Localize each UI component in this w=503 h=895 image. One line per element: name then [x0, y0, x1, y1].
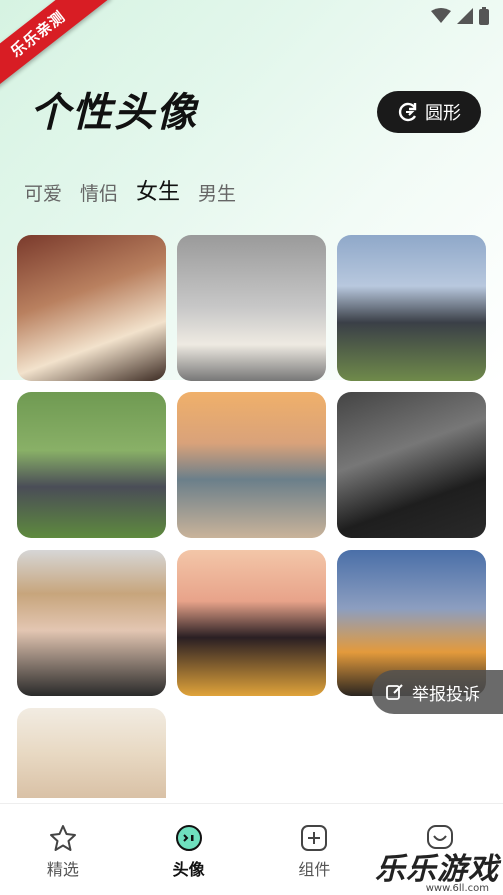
nav-label-widgets: 组件 [298, 860, 331, 879]
nav-label-featured: 精选 [46, 860, 79, 879]
signal-icon [457, 8, 473, 24]
nav-label-avatar: 头像 [172, 860, 205, 879]
tab-couple[interactable]: 情侣 [80, 179, 118, 206]
nav-item-avatar[interactable]: 头像 [126, 804, 252, 895]
watermark-logo: 乐乐游戏 [375, 852, 499, 887]
plus-square-icon [301, 825, 328, 851]
avatar-face-icon [175, 825, 202, 851]
avatar-tile[interactable] [17, 392, 166, 538]
nav-item-featured[interactable]: 精选 [0, 804, 126, 895]
report-button[interactable]: 举报投诉 [372, 670, 503, 714]
wifi-icon [431, 8, 451, 23]
report-label: 举报投诉 [412, 684, 480, 705]
battery-icon [479, 7, 489, 25]
avatar-tile[interactable] [17, 550, 166, 696]
tab-girls[interactable]: 女生 [136, 174, 180, 210]
shape-toggle-button[interactable]: 圆形 [377, 91, 481, 133]
avatar-tile[interactable] [177, 392, 326, 538]
tab-cute[interactable]: 可爱 [24, 179, 62, 206]
nav-item-widgets[interactable]: 组件 [252, 804, 378, 895]
shape-toggle-label: 圆形 [425, 103, 461, 124]
avatar-tile[interactable] [337, 235, 486, 381]
avatar-tile[interactable] [337, 392, 486, 538]
status-bar [431, 6, 489, 26]
edit-icon [386, 684, 403, 700]
avatar-tile[interactable] [17, 708, 166, 798]
watermark-url: www.6ll.com [425, 883, 489, 894]
page-title: 个性头像 [30, 90, 198, 136]
avatar-tile[interactable] [177, 235, 326, 381]
refresh-icon [398, 102, 417, 122]
avatar-tile[interactable] [177, 550, 326, 696]
tab-boys[interactable]: 男生 [198, 179, 236, 206]
star-icon [49, 825, 76, 851]
avatar-tile[interactable] [17, 235, 166, 381]
category-tabs: 可爱 情侣 女生 男生 [24, 174, 236, 210]
